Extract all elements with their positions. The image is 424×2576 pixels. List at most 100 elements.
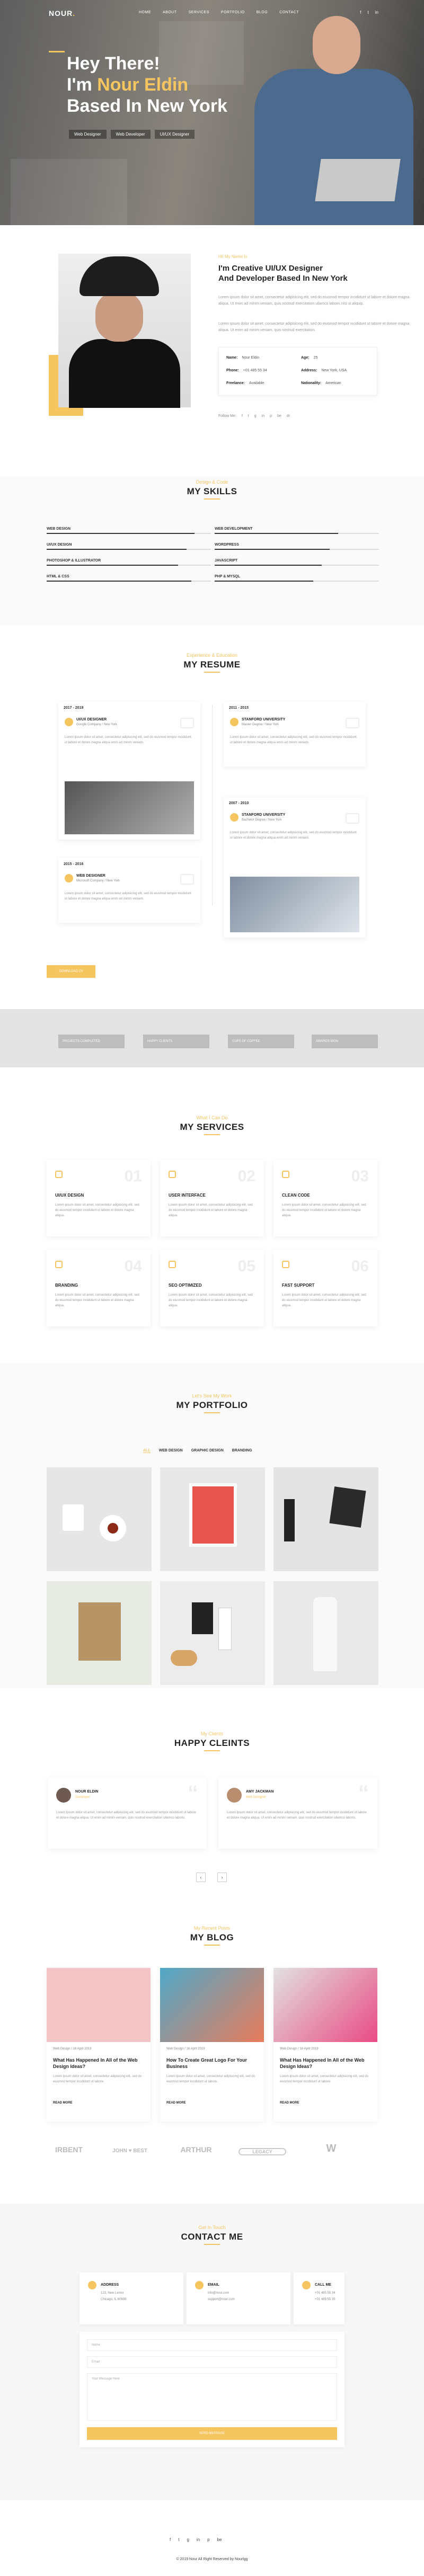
filter-all[interactable]: ALL [143, 1449, 151, 1453]
services-subtitle: What I Can Do [196, 1115, 228, 1120]
pinterest-icon[interactable]: p [270, 414, 272, 418]
message-field[interactable]: Your Message Here [87, 2373, 337, 2421]
info-phone: Phone: +01 485 55 34 [226, 369, 267, 372]
skill-bar: PHOTOSHOP & ILLUSTRATOR [47, 559, 211, 566]
flag-icon [55, 1261, 63, 1268]
nav-about[interactable]: ABOUT [163, 11, 177, 14]
poster-image [189, 1483, 237, 1547]
nav-home[interactable]: HOME [139, 11, 151, 14]
nav-blog[interactable]: BLOG [257, 11, 268, 14]
hero-greeting: Hey There! [67, 54, 160, 74]
read-more-link[interactable]: READ MORE [280, 2101, 299, 2105]
about-subtitle: Hi! My Name Is [218, 254, 248, 259]
portfolio-item[interactable] [47, 1581, 152, 1685]
briefcase-icon [180, 718, 194, 728]
blog-image [273, 1968, 377, 2042]
nav-services[interactable]: SERVICES [189, 11, 209, 14]
brand-logo: ARTHUR [180, 2145, 212, 2154]
resume-title-bar [204, 672, 220, 673]
portfolio-title-bar [204, 1412, 220, 1413]
hero-section: NOUR. HOME ABOUT SERVICES PORTFOLIO BLOG… [0, 0, 424, 225]
portfolio-item[interactable] [273, 1467, 378, 1571]
about-info-box: Name: Nour Eldin Age: 25 Phone: +01 485 55 … [218, 347, 377, 396]
tea-image [108, 1523, 118, 1534]
google-icon[interactable]: g [254, 414, 257, 418]
site-logo[interactable]: NOUR. [49, 9, 75, 17]
about-social: Follow Me: f t g in p be dr [218, 414, 290, 418]
blog-card[interactable]: Web Design / 16 April 2019 What Has Happ… [47, 1968, 151, 2122]
portfolio-item[interactable] [160, 1581, 265, 1685]
slider-prev-button[interactable]: ‹ [196, 1873, 206, 1882]
resume-subtitle: Experience & Education [186, 653, 238, 658]
bottle-image [313, 1597, 337, 1671]
portfolio-item[interactable] [273, 1581, 378, 1685]
linkedin-icon[interactable]: in [375, 10, 378, 15]
croissant-image [171, 1650, 197, 1666]
read-more-link[interactable]: READ MORE [53, 2101, 73, 2105]
resume-card: 2007 - 2010 STANFORD UNIVERSITY Bachelor… [224, 797, 366, 938]
quote-icon: “ [188, 1781, 198, 1805]
skill-bar: HTML & CSS [47, 575, 211, 582]
facebook-icon[interactable]: f [170, 2537, 171, 2542]
info-age: Age: 25 [301, 356, 318, 360]
hero-location: Based In New York [67, 96, 227, 116]
follow-label: Follow Me: [218, 414, 236, 418]
twitter-icon[interactable]: t [368, 10, 369, 15]
hero-tags: Web Designer Web Developer UI/UX Designe… [69, 130, 195, 139]
portfolio-subtitle: Let's See My Work [192, 1393, 232, 1398]
nav-contact[interactable]: CONTACT [279, 11, 299, 14]
blog-card[interactable]: Web Design / 16 April 2019 What Has Happ… [273, 1968, 377, 2122]
contact-title-bar [204, 2244, 220, 2245]
send-message-button[interactable]: SEND MESSAGE [87, 2427, 337, 2440]
blog-subtitle: My Recent Posts [193, 1926, 231, 1931]
briefcase-icon [180, 874, 194, 885]
clients-title: HAPPY CLEINTS [174, 1738, 250, 1748]
twitter-icon[interactable]: t [178, 2537, 179, 2542]
facebook-icon[interactable]: f [242, 414, 243, 418]
read-more-link[interactable]: READ MORE [166, 2101, 186, 2105]
resume-image [65, 781, 194, 834]
contact-subtitle: Get In Touch [198, 2225, 226, 2230]
name-field[interactable]: Name [87, 2339, 337, 2351]
skill-bar: PHP & MYSQL [215, 575, 379, 582]
service-card: 04 BRANDING Lorem ipsum dolor sit amet, co… [47, 1250, 151, 1326]
service-card: 06 FAST SUPPORT Lorem ipsum dolor sit amet… [273, 1250, 377, 1326]
skill-bar: JAVASCRIPT [215, 559, 379, 566]
clients-subtitle: My Clients [200, 1731, 223, 1736]
slider-next-button[interactable]: › [217, 1873, 227, 1882]
blog-image [47, 1968, 151, 2042]
hero-bg-shelf [11, 159, 127, 225]
dribbble-icon[interactable]: dr [287, 414, 290, 418]
behance-icon[interactable]: be [217, 2537, 222, 2542]
facebook-icon[interactable]: f [360, 10, 361, 15]
filter-branding[interactable]: BRANDING [232, 1449, 252, 1453]
resume-title: MY RESUME [183, 659, 241, 670]
hero-tag: Web Designer [69, 130, 107, 139]
linkedin-icon[interactable]: in [262, 414, 264, 418]
resume-card: 2015 - 2016 WEB DESIGNER Microsoft Compa… [58, 858, 200, 923]
filter-graphic-design[interactable]: GRAPHIC DESIGN [191, 1449, 224, 1453]
email-field[interactable]: Email [87, 2356, 337, 2368]
blog-title: MY BLOG [190, 1932, 234, 1942]
hero-tag: Web Developer [110, 130, 151, 139]
timeline-axis [212, 705, 213, 906]
twitter-icon[interactable]: t [248, 414, 249, 418]
linkedin-icon[interactable]: in [197, 2537, 200, 2542]
nav-portfolio[interactable]: PORTFOLIO [221, 11, 245, 14]
download-cv-button[interactable]: DOWNLOAD CV [47, 965, 95, 978]
info-nationality: Nationality: American [301, 381, 341, 385]
filter-web-design[interactable]: WEB DESIGN [159, 1449, 183, 1453]
behance-icon[interactable]: be [277, 414, 281, 418]
pinterest-icon[interactable]: p [207, 2537, 209, 2542]
blog-image [160, 1968, 264, 2042]
skills-title: MY SKILLS [187, 486, 237, 496]
portfolio-item[interactable] [160, 1467, 265, 1571]
blog-card[interactable]: Web Design / 16 April 2019 How To Create… [160, 1968, 264, 2122]
portfolio-item[interactable] [47, 1467, 152, 1571]
hero-person-image [254, 69, 413, 225]
skills-title-bar [204, 498, 220, 500]
google-icon[interactable]: g [187, 2537, 189, 2542]
avatar [56, 1788, 71, 1803]
services-title-bar [204, 1134, 220, 1135]
hero-accent-line [49, 51, 65, 52]
